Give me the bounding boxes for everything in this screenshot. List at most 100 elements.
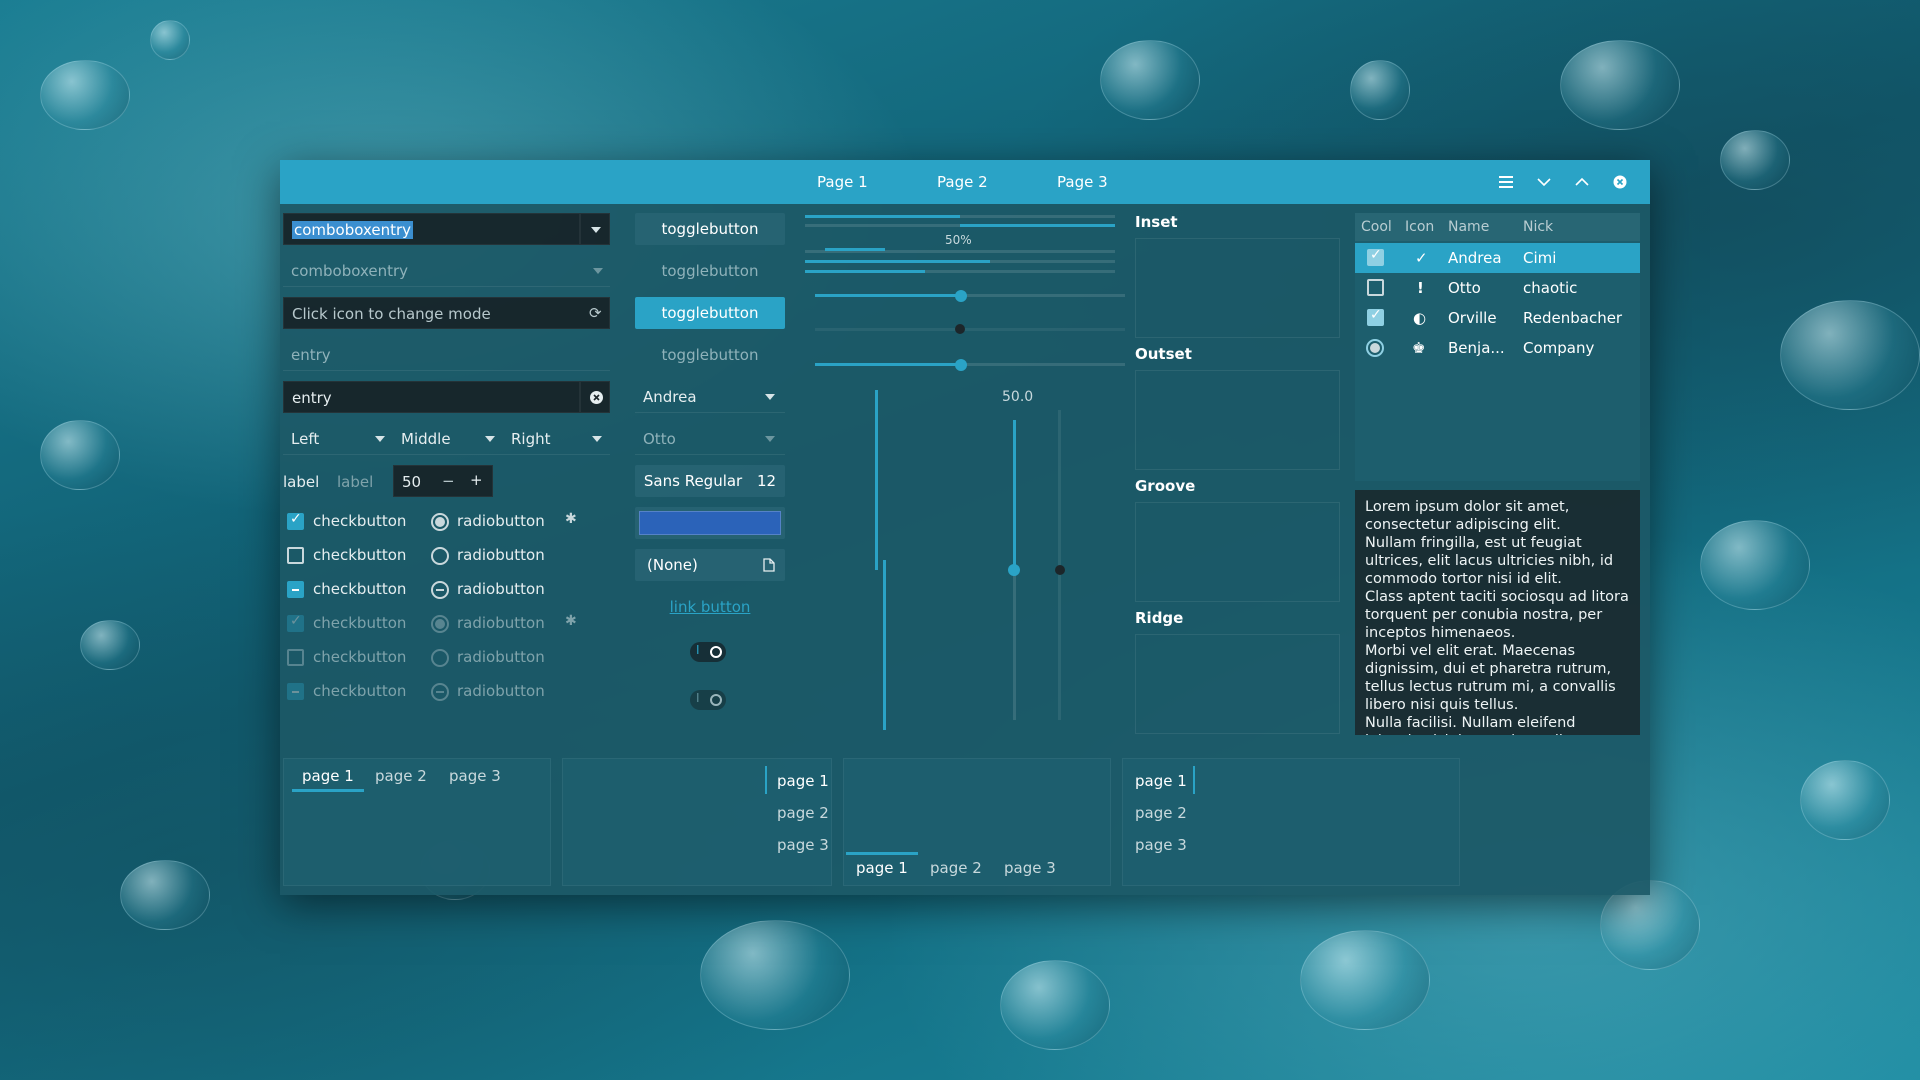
radiobutton-label: radiobutton (457, 648, 545, 666)
combo-otto[interactable]: Otto (635, 423, 785, 455)
bubble (1300, 930, 1430, 1030)
align-right-combo[interactable]: Right (503, 423, 610, 455)
row-cool-radio[interactable] (1366, 339, 1384, 357)
notebook-tab-page-1[interactable]: page 1 (1135, 772, 1187, 790)
notebook-tab-page-2[interactable]: page 2 (1135, 804, 1187, 822)
checkbutton-checked[interactable] (287, 511, 304, 530)
notebook-tab-page-1[interactable]: page 1 (302, 767, 354, 785)
tab-page-3[interactable]: Page 3 (1057, 173, 1108, 191)
bubble (700, 920, 850, 1030)
combobox-entry-active[interactable]: comboboxentry (283, 213, 580, 245)
scale-fill (815, 363, 960, 366)
togglebutton-normal[interactable]: togglebutton (635, 213, 785, 245)
spin-minus-button[interactable]: − (442, 472, 455, 490)
tab-page-1[interactable]: Page 1 (817, 173, 868, 191)
notebook-tab-page-1[interactable]: page 1 (777, 772, 829, 790)
row-nick: chaotic (1523, 279, 1578, 297)
bubble (1000, 960, 1110, 1050)
active-tab-indicator (765, 766, 767, 794)
vscale-slider-handle[interactable] (1008, 564, 1020, 576)
entry-clear-button[interactable] (580, 381, 610, 413)
active-tab-indicator (846, 852, 918, 855)
notebook-tab-page-1[interactable]: page 1 (856, 859, 908, 877)
notebook-tab-page-3[interactable]: page 3 (449, 767, 501, 785)
scale-slider-handle[interactable] (955, 290, 967, 302)
radiobutton-label: radiobutton (457, 682, 545, 700)
togglebutton-flat[interactable]: togglebutton (635, 255, 785, 287)
scale-track (815, 328, 1125, 331)
togglebutton-disabled: togglebutton (661, 346, 759, 364)
notebook-tab-page-3[interactable]: page 3 (777, 836, 829, 854)
row-nick: Redenbacher (1523, 309, 1623, 327)
bubble (120, 860, 210, 930)
link-button[interactable]: link button (635, 598, 785, 616)
combobox-entry-inactive[interactable]: comboboxentry (283, 255, 610, 287)
togglebutton-active[interactable]: togglebutton (635, 297, 785, 329)
bubble (80, 620, 140, 670)
font-name: Sans Regular (643, 472, 743, 490)
maximize-icon[interactable] (1570, 170, 1594, 194)
bubble (1800, 760, 1890, 840)
spin-plus-button[interactable]: + (470, 471, 483, 489)
progress-vertical-fill (875, 390, 878, 570)
chevron-down-icon (765, 436, 775, 442)
align-left-combo[interactable]: Left (283, 423, 393, 455)
combo-andrea[interactable]: Andrea (635, 381, 785, 413)
table-row[interactable]: ◐ Orville Redenbacher (1355, 303, 1640, 333)
active-tab-indicator (1193, 766, 1195, 794)
row-cool-check[interactable] (1367, 247, 1384, 266)
minimize-icon[interactable] (1532, 170, 1556, 194)
entry-placeholder: entry (291, 346, 331, 364)
entry-text: entry (292, 389, 332, 407)
notebook-tab-page-2[interactable]: page 2 (375, 767, 427, 785)
font-button[interactable]: Sans Regular 12 (635, 465, 785, 497)
file-chooser-button[interactable]: (None) (635, 549, 785, 581)
radiobutton-selected[interactable] (431, 513, 449, 531)
switch-on[interactable]: I (690, 642, 726, 662)
column-header-cool[interactable]: Cool (1361, 213, 1392, 241)
table-row[interactable]: ✓ Andrea Cimi (1355, 243, 1640, 273)
checkmark-icon: ✓ (1415, 249, 1428, 267)
progress-pulse (825, 248, 885, 251)
text-view[interactable]: Lorem ipsum dolor sit amet, consectetur … (1355, 490, 1640, 735)
close-icon[interactable] (1608, 170, 1632, 194)
notebook-tab-page-3[interactable]: page 3 (1004, 859, 1056, 877)
refresh-icon[interactable]: ⟳ (589, 304, 602, 322)
radiobutton-mixed[interactable] (431, 581, 449, 599)
progress-fill (960, 224, 1115, 227)
row-cool-check[interactable] (1367, 307, 1384, 326)
radiobutton-label: radiobutton (457, 546, 545, 564)
menu-icon[interactable] (1494, 170, 1518, 194)
radiobutton-unselected[interactable] (431, 547, 449, 565)
checkbutton-unchecked[interactable] (287, 547, 304, 564)
progress-vertical-fill (883, 560, 886, 730)
align-middle-combo[interactable]: Middle (393, 423, 503, 455)
entry-placeholder-field[interactable]: entry (283, 339, 610, 371)
column-header-nick[interactable]: Nick (1523, 213, 1553, 241)
notebook-right: page 1 page 2 page 3 (562, 758, 832, 886)
checkbutton-label: checkbutton (313, 648, 407, 666)
combobox-dropdown-button[interactable] (580, 213, 610, 245)
entry-field[interactable]: entry (283, 381, 580, 413)
color-button[interactable] (635, 507, 785, 539)
checkbutton-mixed[interactable] (287, 581, 304, 598)
table-row[interactable]: ! Otto chaotic (1355, 273, 1640, 303)
table-row[interactable]: ♚ Benja... Company (1355, 333, 1640, 363)
checkbutton-label: checkbutton (313, 512, 407, 530)
chevron-down-icon (485, 436, 495, 442)
tab-page-2[interactable]: Page 2 (937, 173, 988, 191)
notebook-tab-page-3[interactable]: page 3 (1135, 836, 1187, 854)
notebook-bottom: page 1 page 2 page 3 (843, 758, 1111, 886)
bubble (1100, 40, 1200, 120)
row-cool-check[interactable] (1367, 279, 1384, 296)
person-icon: ♚ (1412, 339, 1426, 357)
notebook-tab-page-2[interactable]: page 2 (777, 804, 829, 822)
header-bar: Page 1 Page 2 Page 3 (280, 160, 1650, 204)
column-header-icon[interactable]: Icon (1405, 213, 1434, 241)
column-header-name[interactable]: Name (1448, 213, 1489, 241)
notebook-tab-page-2[interactable]: page 2 (930, 859, 982, 877)
spin-button[interactable]: 50 − + (393, 465, 493, 497)
mode-entry[interactable]: Click icon to change mode ⟳ (283, 297, 610, 329)
vscale-slider-handle-disabled (1055, 565, 1065, 575)
scale-slider-handle[interactable] (955, 359, 967, 371)
